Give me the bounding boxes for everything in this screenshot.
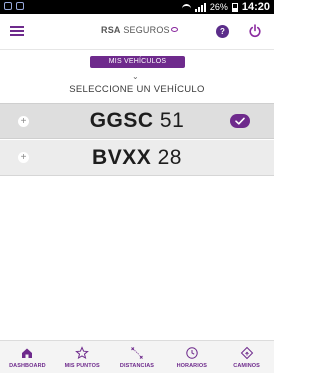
battery-icon <box>231 2 238 12</box>
nav-label: MIS PUNTOS <box>64 363 100 369</box>
menu-icon[interactable] <box>10 26 24 37</box>
wifi-icon <box>181 3 191 11</box>
notification-icon <box>16 2 24 10</box>
status-right: 26% 14:20 <box>181 1 270 13</box>
notification-icons <box>4 2 24 10</box>
vehicle-row-bvxx28[interactable]: + BVXX 28 <box>0 140 274 176</box>
clock-icon <box>186 347 198 359</box>
vehicle-plate: BVXX 28 <box>0 146 274 170</box>
vehicle-row-ggsc51[interactable]: + GGSC 51 <box>0 103 274 139</box>
help-button[interactable]: ? <box>216 25 229 38</box>
nav-label: CAMINOS <box>233 363 260 369</box>
check-icon <box>230 114 250 128</box>
plate-letters: BVXX <box>92 145 152 169</box>
nav-caminos[interactable]: CAMINOS <box>219 341 274 373</box>
bottom-navigation: DASHBOARD MIS PUNTOS DISTANCIAS HORARIOS… <box>0 340 274 373</box>
plate-digits: 28 <box>157 145 182 169</box>
nav-dashboard[interactable]: DASHBOARD <box>0 341 55 373</box>
nav-label: HORARIOS <box>176 363 208 369</box>
status-time: 14:20 <box>241 1 270 13</box>
plate-digits: 51 <box>159 109 185 132</box>
app-header: RSA SEGUROS ? <box>0 14 274 50</box>
nav-label: DASHBOARD <box>9 363 46 369</box>
nav-horarios[interactable]: HORARIOS <box>164 341 219 373</box>
home-icon <box>22 348 33 358</box>
logo-brand: RSA <box>101 25 121 35</box>
distance-icon <box>131 347 143 359</box>
rsa-seguros-logo: RSA SEGUROS <box>101 25 178 35</box>
logo-swoosh-icon <box>170 27 178 32</box>
battery-percentage: 26% <box>209 2 228 12</box>
notification-icon <box>4 2 12 10</box>
status-bar: 26% 14:20 <box>0 0 274 14</box>
star-icon <box>75 346 90 360</box>
plate-letters: GGSC <box>89 109 154 132</box>
nav-label: DISTANCIAS <box>119 363 155 369</box>
tab-mis-vehiculos[interactable]: MIS VEHÍCULOS <box>90 56 185 68</box>
content-area <box>0 177 274 340</box>
nav-mis-puntos[interactable]: MIS PUNTOS <box>55 341 110 373</box>
logo-text: SEGUROS <box>123 25 170 35</box>
signal-icon <box>194 2 206 12</box>
page-title: SELECCIONE UN VEHÍCULO <box>69 84 205 95</box>
nav-distancias[interactable]: DISTANCIAS <box>110 341 165 373</box>
chevron-down-icon: ⌄ <box>132 72 139 81</box>
road-icon <box>240 346 253 360</box>
power-icon[interactable] <box>248 24 262 38</box>
